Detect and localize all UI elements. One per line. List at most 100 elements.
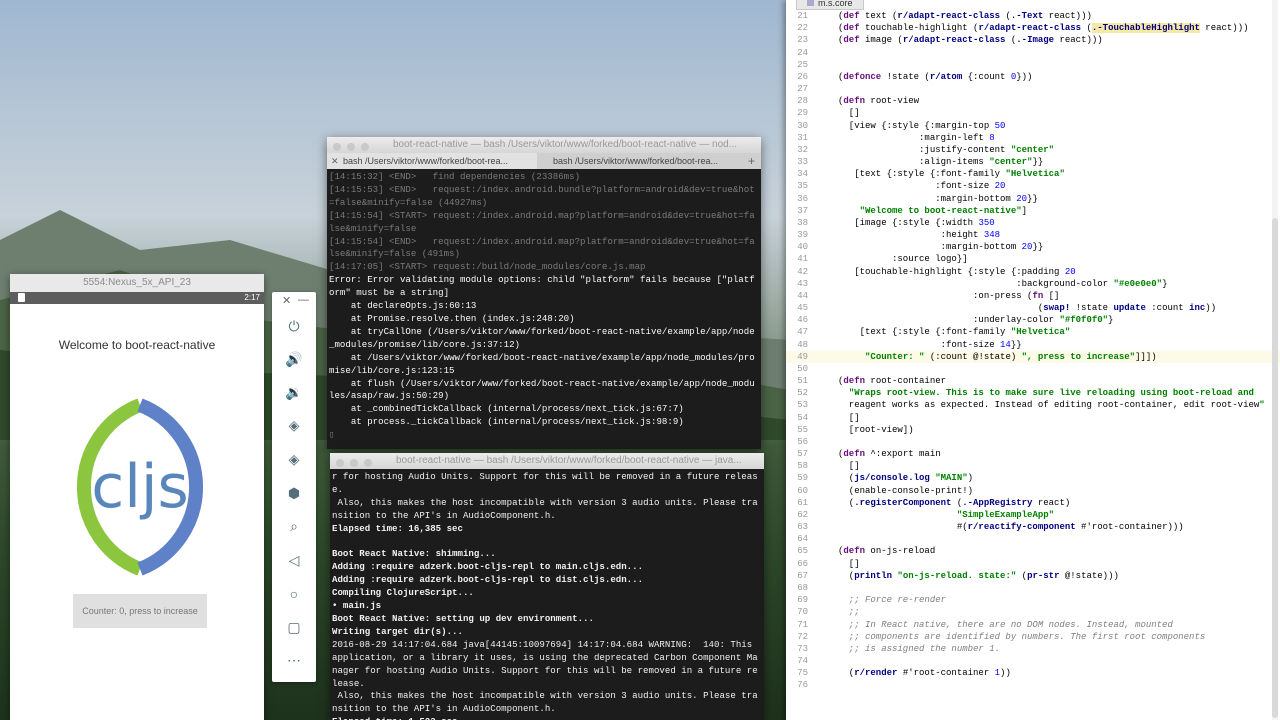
line-code: [view {:style {:margin-top 50 <box>838 120 1006 131</box>
terminal-line: [14:15:54] <START> request:/index.androi… <box>329 209 755 234</box>
code-line[interactable]: 29 [] <box>786 107 1280 119</box>
code-line[interactable]: 51 (defn root-container <box>786 375 1280 387</box>
minimize-icon[interactable]: — <box>298 294 309 306</box>
code-line[interactable]: 54 [] <box>786 412 1280 424</box>
code-line[interactable]: 76 <box>786 679 1280 691</box>
code-line[interactable]: 70 ;; <box>786 606 1280 618</box>
code-line[interactable]: 26 (defonce !state (r/atom {:count 0})) <box>786 71 1280 83</box>
code-line[interactable]: 58 [] <box>786 460 1280 472</box>
code-line[interactable]: 53 reagent works as expected. Instead of… <box>786 399 1280 411</box>
code-line[interactable]: 41 :source logo}] <box>786 253 1280 265</box>
code-line[interactable]: 66 [] <box>786 558 1280 570</box>
code-line[interactable]: 25 <box>786 59 1280 71</box>
counter-button[interactable]: Counter: 0, press to increase <box>73 594 207 628</box>
code-line[interactable]: 68 <box>786 582 1280 594</box>
editor-file-tab[interactable]: m.s.core <box>796 0 864 10</box>
home-icon[interactable]: ○ <box>272 582 316 606</box>
code-line[interactable]: 47 [text {:style {:font-family "Helvetic… <box>786 326 1280 338</box>
line-code: (println "on-js-reload. state:" (pr-str … <box>838 570 1119 581</box>
code-line[interactable]: 36 :margin-bottom 20}} <box>786 193 1280 205</box>
code-line[interactable]: 63 #(r/reactify-component #'root-contain… <box>786 521 1280 533</box>
code-line[interactable]: 60 (enable-console-print!) <box>786 485 1280 497</box>
code-line[interactable]: 52 "Wraps root-view. This is to make sur… <box>786 387 1280 399</box>
code-line[interactable]: 69 ;; Force re-render <box>786 594 1280 606</box>
status-time: 2:17 <box>244 293 260 302</box>
code-line[interactable]: 35 :font-size 20 <box>786 180 1280 192</box>
terminal-window-packager[interactable]: boot-react-native — bash /Users/viktor/w… <box>327 137 761 449</box>
code-line[interactable]: 75 (r/render #'root-container 1)) <box>786 667 1280 679</box>
terminal-output[interactable]: [14:15:32] <END> find dependencies (2338… <box>327 169 761 444</box>
volume-down-icon[interactable]: 🔉 <box>272 380 316 404</box>
code-line[interactable]: 62 "SimpleExampleApp" <box>786 509 1280 521</box>
terminal-title-bar[interactable]: boot-react-native — bash /Users/viktor/w… <box>327 137 761 153</box>
overview-icon[interactable]: ▢ <box>272 615 316 639</box>
code-line[interactable]: 74 <box>786 655 1280 667</box>
line-number: 46 <box>797 315 808 326</box>
code-line[interactable]: 32 :justify-content "center" <box>786 144 1280 156</box>
window-controls[interactable] <box>336 457 378 469</box>
code-line[interactable]: 42 [touchable-highlight {:style {:paddin… <box>786 266 1280 278</box>
code-line[interactable]: 57 (defn ^:export main <box>786 448 1280 460</box>
code-line[interactable]: 50 <box>786 363 1280 375</box>
window-controls[interactable] <box>333 141 375 153</box>
editor-scrollbar[interactable] <box>1272 0 1278 720</box>
code-line[interactable]: 65 (defn on-js-reload <box>786 545 1280 557</box>
scrollbar-thumb[interactable] <box>1272 218 1278 718</box>
line-number: 43 <box>797 278 808 289</box>
line-number: 28 <box>797 96 808 107</box>
code-line[interactable]: 64 <box>786 533 1280 545</box>
emulator-title-bar[interactable]: 5554:Nexus_5x_API_23 <box>10 274 264 292</box>
terminal-tab-2[interactable]: bash /Users/viktor/www/forked/boot-rea..… <box>537 153 737 169</box>
terminal-tab-1[interactable]: ✕ bash /Users/viktor/www/forked/boot-rea… <box>327 153 537 169</box>
code-line[interactable]: 33 :align-items "center"}} <box>786 156 1280 168</box>
code-line[interactable]: 40 :margin-bottom 20}} <box>786 241 1280 253</box>
code-line[interactable]: 27 <box>786 83 1280 95</box>
code-editor[interactable]: m.s.core 21 (def text (r/adapt-react-clas… <box>786 0 1280 720</box>
terminal-title: boot-react-native — bash /Users/viktor/w… <box>396 455 742 466</box>
code-line[interactable]: 34 [text {:style {:font-family "Helvetic… <box>786 168 1280 180</box>
code-line[interactable]: 46 :underlay-color "#f0f0f0"} <box>786 314 1280 326</box>
code-line[interactable]: 55 [root-view]) <box>786 424 1280 436</box>
code-line[interactable]: 43 :background-color "#e0e0e0"} <box>786 278 1280 290</box>
code-line[interactable]: 56 <box>786 436 1280 448</box>
code-line[interactable]: 48 :font-size 14}} <box>786 339 1280 351</box>
power-icon[interactable]: ⏻ <box>272 314 316 338</box>
code-line[interactable]: 30 [view {:style {:margin-top 50 <box>786 120 1280 132</box>
back-icon[interactable]: ◁ <box>272 548 316 572</box>
code-line[interactable]: 24 <box>786 47 1280 59</box>
code-line[interactable]: 39 :height 348 <box>786 229 1280 241</box>
close-icon[interactable]: ✕ <box>282 294 291 307</box>
rotate-right-icon[interactable]: ◈ <box>272 447 316 471</box>
code-line[interactable]: 71 ;; In React native, there are no DOM … <box>786 619 1280 631</box>
code-line[interactable]: 37 "Welcome to boot-react-native"] <box>786 205 1280 217</box>
code-line[interactable]: 21 (def text (r/adapt-react-class (.-Text… <box>786 10 1280 22</box>
close-tab-icon[interactable]: ✕ <box>331 153 339 169</box>
camera-icon[interactable]: ⬢ <box>272 481 316 505</box>
code-line[interactable]: 44 :on-press (fn [] <box>786 290 1280 302</box>
code-line[interactable]: 45 (swap! !state update :count inc)) <box>786 302 1280 314</box>
new-tab-icon[interactable]: + <box>748 153 755 169</box>
code-line[interactable]: 22 (def touchable-highlight (r/adapt-reac… <box>786 22 1280 34</box>
code-line[interactable]: 31 :margin-left 8 <box>786 132 1280 144</box>
code-line[interactable]: 59 (js/console.log "MAIN") <box>786 472 1280 484</box>
line-code: ;; <box>838 607 860 618</box>
volume-up-icon[interactable]: 🔊 <box>272 347 316 371</box>
line-code: ;; components are identified by numbers.… <box>838 631 1206 642</box>
code-line[interactable]: 73 ;; is assigned the number 1. <box>786 643 1280 655</box>
code-line[interactable]: 72 ;; components are identified by numbe… <box>786 631 1280 643</box>
android-emulator-window[interactable]: 5554:Nexus_5x_API_23 2:17 Welcome to boo… <box>10 274 264 720</box>
terminal-window-boot[interactable]: boot-react-native — bash /Users/viktor/w… <box>330 453 764 720</box>
zoom-icon[interactable]: ⌕ <box>272 514 316 538</box>
line-code: [text {:style {:font-family "Helvetica" <box>838 169 1065 180</box>
code-line[interactable]: 67 (println "on-js-reload. state:" (pr-s… <box>786 570 1280 582</box>
code-line[interactable]: 23 (def image (r/adapt-react-class (.-Ima… <box>786 34 1280 46</box>
terminal-title-bar[interactable]: boot-react-native — bash /Users/viktor/w… <box>330 453 764 469</box>
code-line[interactable]: 28 (defn root-view <box>786 95 1280 107</box>
code-line[interactable]: 38 [image {:style {:width 350 <box>786 217 1280 229</box>
code-line[interactable]: 49 "Counter: " (:count @!state) ", press… <box>786 350 1280 363</box>
terminal-output[interactable]: r for hosting Audio Units. Support for t… <box>330 469 764 720</box>
more-icon[interactable]: ⋯ <box>272 648 316 672</box>
code-line[interactable]: 61 (.registerComponent (.-AppRegistry re… <box>786 497 1280 509</box>
rotate-left-icon[interactable]: ◈ <box>272 413 316 437</box>
emulator-toolbar: ✕ — ⏻ 🔊 🔉 ◈ ◈ ⬢ ⌕ ◁ ○ ▢ ⋯ <box>272 292 316 682</box>
